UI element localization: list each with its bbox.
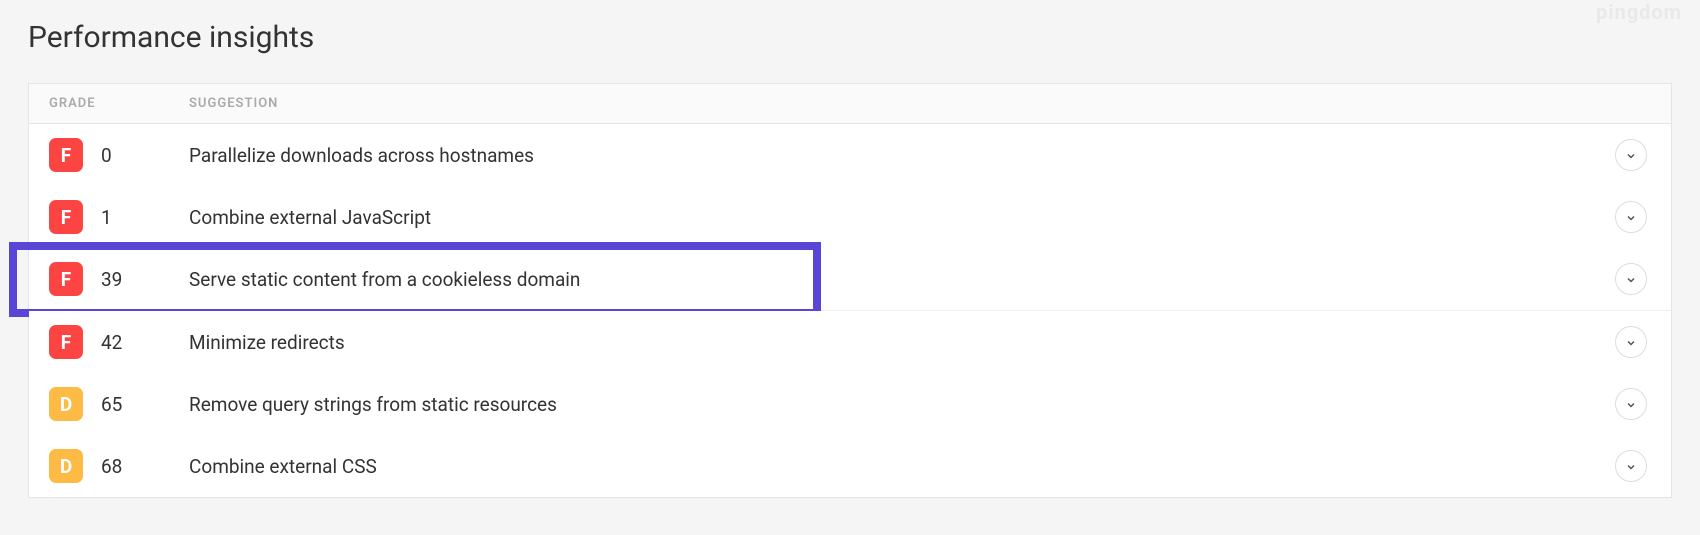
- suggestion-cell: Combine external CSS: [189, 455, 1611, 478]
- chevron-down-icon: [1625, 268, 1637, 291]
- chevron-down-icon: [1625, 144, 1637, 167]
- grade-badge: F: [49, 325, 83, 359]
- grade-score: 68: [101, 455, 122, 478]
- expand-cell: [1611, 388, 1651, 420]
- expand-button[interactable]: [1615, 139, 1647, 171]
- grade-cell: F 42: [49, 325, 189, 359]
- column-header-grade: GRADE: [49, 96, 189, 111]
- expand-cell: [1611, 263, 1651, 295]
- grade-score: 39: [101, 268, 122, 291]
- page-title: Performance insights: [28, 20, 1672, 55]
- grade-badge: D: [49, 387, 83, 421]
- chevron-down-icon: [1625, 206, 1637, 229]
- expand-button[interactable]: [1615, 326, 1647, 358]
- suggestion-cell: Serve static content from a cookieless d…: [189, 268, 1611, 291]
- grade-badge: F: [49, 262, 83, 296]
- table-row[interactable]: F 42 Minimize redirects: [29, 311, 1671, 373]
- grade-score: 0: [101, 144, 112, 167]
- table-row[interactable]: D 68 Combine external CSS: [29, 435, 1671, 497]
- chevron-down-icon: [1625, 455, 1637, 478]
- grade-badge: F: [49, 200, 83, 234]
- suggestion-cell: Remove query strings from static resourc…: [189, 393, 1611, 416]
- grade-cell: F1: [49, 200, 189, 234]
- insights-container: Performance insights GRADE SUGGESTION F0…: [0, 0, 1700, 498]
- expand-cell: [1611, 139, 1651, 171]
- grade-badge: D: [49, 449, 83, 483]
- table-row-wrapper: F 42 Minimize redirects: [29, 311, 1671, 373]
- table-row[interactable]: F 39 Serve static content from a cookieles…: [29, 248, 1671, 311]
- table-row[interactable]: D 65 Remove query strings from static reso…: [29, 373, 1671, 435]
- insights-table: GRADE SUGGESTION F0Parallelize downloads…: [28, 83, 1672, 498]
- table-row-wrapper: D 68 Combine external CSS: [29, 435, 1671, 497]
- grade-score: 42: [101, 331, 122, 354]
- table-row-wrapper: F 39 Serve static content from a cookieles…: [29, 248, 1671, 311]
- watermark-text: pingdom: [1596, 0, 1682, 24]
- suggestion-cell: Minimize redirects: [189, 331, 1611, 354]
- suggestion-cell: Parallelize downloads across hostnames: [189, 144, 1611, 167]
- expand-cell: [1611, 326, 1651, 358]
- expand-button[interactable]: [1615, 388, 1647, 420]
- expand-cell: [1611, 201, 1651, 233]
- table-row[interactable]: F1Combine external JavaScript: [29, 186, 1671, 248]
- table-row-wrapper: F1Combine external JavaScript: [29, 186, 1671, 248]
- suggestion-cell: Combine external JavaScript: [189, 206, 1611, 229]
- grade-badge: F: [49, 138, 83, 172]
- expand-button[interactable]: [1615, 201, 1647, 233]
- expand-cell: [1611, 450, 1651, 482]
- table-row-wrapper: D 65 Remove query strings from static reso…: [29, 373, 1671, 435]
- grade-cell: F0: [49, 138, 189, 172]
- chevron-down-icon: [1625, 331, 1637, 354]
- expand-button[interactable]: [1615, 450, 1647, 482]
- table-row-wrapper: F0Parallelize downloads across hostnames: [29, 124, 1671, 186]
- grade-score: 65: [101, 393, 122, 416]
- grade-cell: D 68: [49, 449, 189, 483]
- table-body: F0Parallelize downloads across hostnames…: [29, 124, 1671, 497]
- grade-cell: F 39: [49, 262, 189, 296]
- chevron-down-icon: [1625, 393, 1637, 416]
- grade-score: 1: [101, 206, 112, 229]
- grade-cell: D 65: [49, 387, 189, 421]
- column-header-suggestion: SUGGESTION: [189, 96, 1611, 111]
- expand-button[interactable]: [1615, 263, 1647, 295]
- table-header: GRADE SUGGESTION: [29, 84, 1671, 124]
- table-row[interactable]: F0Parallelize downloads across hostnames: [29, 124, 1671, 186]
